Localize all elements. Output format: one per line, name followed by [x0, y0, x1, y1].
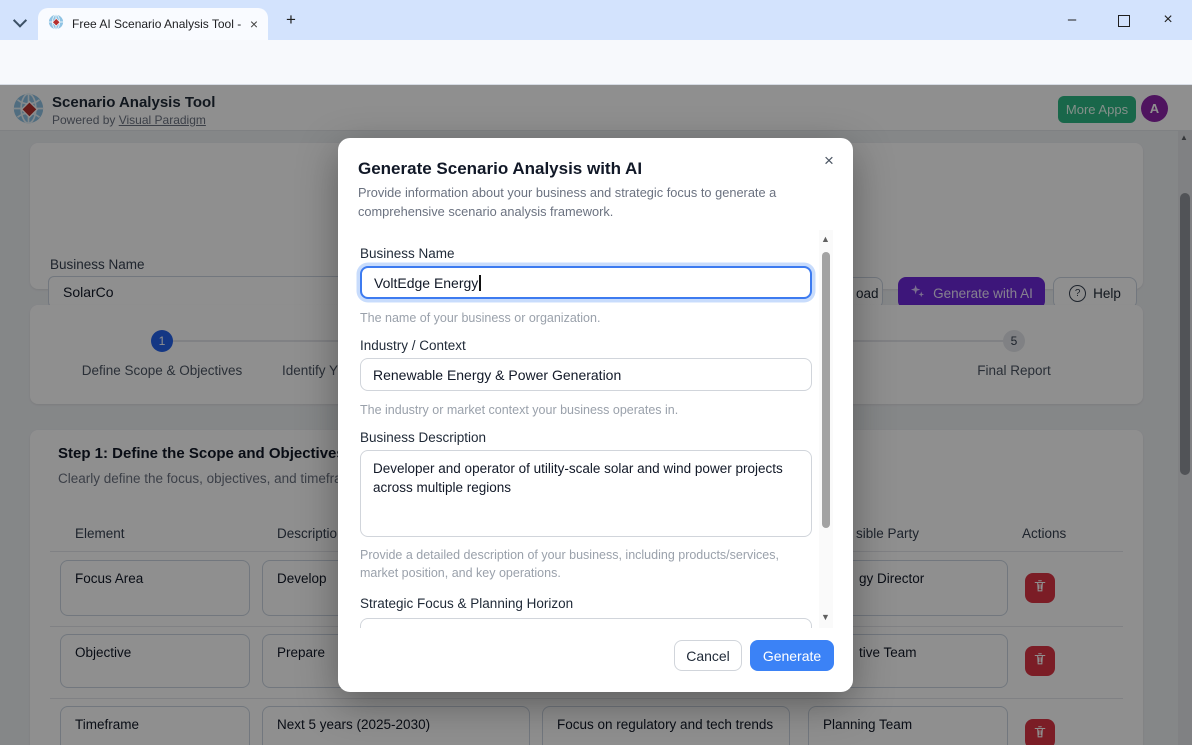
text-caret [479, 274, 481, 291]
modal-business-name-help: The name of your business or organizatio… [360, 311, 601, 325]
modal-close-icon[interactable]: × [824, 151, 834, 171]
modal-industry-label: Industry / Context [360, 338, 466, 353]
browser-toolbar: ai-toolbox.visual-paradigm.com/app/scena… [0, 40, 1192, 119]
modal-description-label: Business Description [360, 430, 487, 445]
modal-strategic-input[interactable] [360, 618, 812, 628]
modal-industry-help: The industry or market context your busi… [360, 403, 679, 417]
modal-business-name-input[interactable]: VoltEdge Energy [360, 266, 812, 299]
browser-tab-bar: Free AI Scenario Analysis Tool - × + – × [0, 0, 1192, 40]
modal-subtitle: Provide information about your business … [358, 185, 777, 219]
minimize-icon[interactable]: – [1060, 12, 1084, 28]
modal-business-name-label: Business Name [360, 246, 455, 261]
tab-title: Free AI Scenario Analysis Tool - [72, 17, 242, 31]
maximize-icon[interactable] [1118, 15, 1130, 27]
tab-close-icon[interactable]: × [250, 17, 258, 31]
tab-search-chevron-icon[interactable] [12, 13, 28, 32]
generate-button[interactable]: Generate [750, 640, 834, 671]
new-tab-icon[interactable]: + [286, 11, 296, 28]
cancel-button[interactable]: Cancel [674, 640, 742, 671]
modal-strategic-label: Strategic Focus & Planning Horizon [360, 596, 574, 611]
modal-description-textarea[interactable]: Developer and operator of utility-scale … [360, 450, 812, 537]
favicon-icon [48, 13, 64, 35]
modal-industry-input[interactable]: Renewable Energy & Power Generation [360, 358, 812, 391]
browser-window: Free AI Scenario Analysis Tool - × + – ×… [0, 0, 1192, 745]
modal-scroll-up-icon[interactable]: ▲ [821, 234, 830, 244]
browser-tab[interactable]: Free AI Scenario Analysis Tool - × [38, 8, 268, 40]
generate-ai-modal: × Generate Scenario Analysis with AI Pro… [338, 138, 853, 692]
modal-title: Generate Scenario Analysis with AI [358, 159, 643, 178]
modal-scroll-down-icon[interactable]: ▼ [821, 612, 830, 622]
close-window-icon[interactable]: × [1156, 12, 1180, 28]
modal-scrollbar[interactable]: ▲ ▼ [819, 230, 833, 628]
modal-scrollbar-thumb[interactable] [822, 252, 830, 528]
modal-description-help: Provide a detailed description of your b… [360, 548, 779, 581]
